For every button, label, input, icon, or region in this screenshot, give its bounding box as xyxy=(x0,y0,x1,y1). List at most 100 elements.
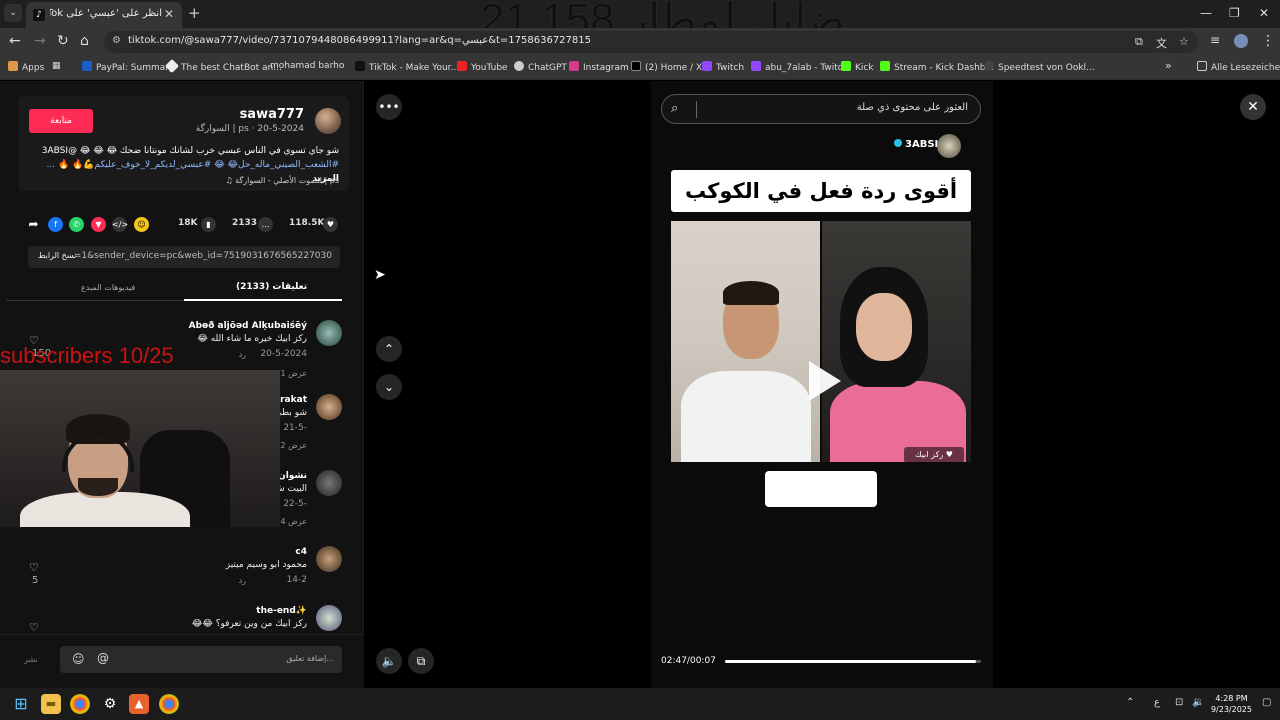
embed-icon[interactable]: </> xyxy=(112,217,128,232)
network-icon[interactable]: ⊡ xyxy=(1175,697,1183,708)
menu-icon[interactable]: ⋮ xyxy=(1261,33,1275,49)
comment-like-icon[interactable]: ♡ xyxy=(29,621,39,634)
more-options-icon[interactable]: ••• xyxy=(376,94,402,120)
speaker-icon[interactable]: 🔉 xyxy=(1192,697,1204,708)
author-username[interactable]: sawa777 xyxy=(240,107,304,122)
reply-button[interactable]: رد xyxy=(239,350,246,359)
bookmark-speedtest[interactable]: Speedtest von Ookl... xyxy=(984,61,1095,73)
new-tab-button[interactable]: + xyxy=(188,4,201,22)
editor-app-icon[interactable]: ▲ xyxy=(129,694,149,714)
all-bookmarks[interactable]: Alle Lesezeichen xyxy=(1197,61,1280,73)
related-search-input[interactable]: ⌕ العثور على محتوى ذي صلة xyxy=(661,94,981,124)
view-replies[interactable]: عرض 2 xyxy=(281,441,308,450)
commenter-name[interactable]: Abөð aljōəd Alķubaiśēý xyxy=(189,321,307,331)
site-info-icon[interactable]: ⚙ xyxy=(112,35,121,46)
play-icon[interactable] xyxy=(809,361,841,401)
post-comment-button[interactable]: نشر xyxy=(24,655,38,664)
window-close-icon[interactable]: ✕ xyxy=(1259,6,1269,20)
close-video-icon[interactable]: ✕ xyxy=(1240,94,1266,120)
commenter-name[interactable]: c4 xyxy=(295,547,307,557)
search-divider xyxy=(696,101,697,118)
previous-video-icon[interactable]: ⌃ xyxy=(376,336,402,362)
bookmark-kick-dashboard[interactable]: Stream - Kick Dashb... xyxy=(880,61,994,73)
file-explorer-icon[interactable]: ▬ xyxy=(41,694,61,714)
bookmark-paypal[interactable]: PayPal: Summary xyxy=(82,61,174,73)
commenter-avatar[interactable] xyxy=(316,394,342,420)
comment-icon[interactable]: … xyxy=(258,217,273,232)
bookmark-apps[interactable]: Apps xyxy=(8,61,44,73)
comment-date: 14-2 xyxy=(286,575,307,585)
kick-icon xyxy=(880,61,890,71)
twitch-icon xyxy=(751,61,761,71)
facebook-icon[interactable]: f xyxy=(48,217,63,232)
next-video-icon[interactable]: ⌄ xyxy=(376,374,402,400)
share-url: ...=1&sender_device=pc&web_id=7519031676… xyxy=(65,251,332,261)
emoji-icon[interactable]: ☺ xyxy=(72,652,85,666)
like-count: 118.5K xyxy=(289,218,325,228)
tab-comments[interactable]: تعليقات (2133) xyxy=(236,282,307,292)
video-progress-bar[interactable] xyxy=(725,660,981,663)
bookmark-abu-twitch[interactable]: abu_7alab - Twitch xyxy=(751,61,848,73)
volume-icon[interactable]: 🔈 xyxy=(376,648,402,674)
input-language[interactable]: ع xyxy=(1154,697,1160,708)
comment-input[interactable]: إضافة تعليق... ☺ @ xyxy=(60,646,342,673)
address-bar[interactable]: ⚙ tiktok.com/@sawa777/video/737107944808… xyxy=(104,31,1198,53)
commenter-name[interactable]: the-end✨ xyxy=(256,606,307,616)
comment-count: 2133 xyxy=(232,218,258,228)
caption-hashtags[interactable]: #الشعب_الصيني_ماله_حل😂 😂 #عبسي_لديكم_لا_… xyxy=(47,160,339,170)
bookmark-youtube[interactable]: YouTube xyxy=(457,61,508,73)
author-avatar[interactable] xyxy=(315,108,341,134)
search-icon[interactable]: ⌕ xyxy=(671,101,678,116)
floating-player-icon[interactable]: ⧉ xyxy=(408,648,434,674)
restore-icon[interactable]: ❐ xyxy=(1229,6,1240,20)
bookmark-chatbot[interactable]: The best ChatBot an... xyxy=(164,58,282,74)
bookmark-x[interactable]: (2) Home / X xyxy=(631,61,702,73)
sound-label[interactable]: ♫ الصوت الأصلي - السوارگة | ps xyxy=(225,176,339,185)
commenter-avatar[interactable] xyxy=(316,605,342,631)
grid-icon[interactable]: ▦ xyxy=(52,61,61,71)
profile-avatar[interactable] xyxy=(1234,34,1248,48)
send-icon[interactable]: ▼ xyxy=(91,217,106,232)
reload-icon[interactable]: ↻ xyxy=(57,33,69,49)
browser-tab[interactable]: ♪ انظر على 'عبسي' على TikTok | يد... ✕ xyxy=(26,2,182,28)
emoji-share-icon[interactable]: ☺ xyxy=(134,217,149,232)
media-icon[interactable]: ≡ xyxy=(1210,33,1220,47)
bookmark-kick[interactable]: Kick xyxy=(841,61,874,73)
windows-start-icon[interactable]: ⊞ xyxy=(11,694,31,714)
video-player[interactable]: ⌕ العثور على محتوى ذي صلة 3ABSI أقوى ردة… xyxy=(651,81,993,688)
home-icon[interactable]: ⌂ xyxy=(80,33,89,49)
minimize-icon[interactable]: — xyxy=(1200,6,1212,20)
close-tab-icon[interactable]: ✕ xyxy=(164,7,174,21)
tab-title: انظر على 'عبسي' على TikTok | يد... xyxy=(50,8,162,19)
chrome-icon[interactable] xyxy=(70,694,90,714)
comment-like-icon[interactable]: ♡ xyxy=(29,561,39,574)
bookmark-chatgpt[interactable]: ChatGPT xyxy=(514,61,567,73)
whatsapp-icon[interactable]: ✆ xyxy=(69,217,84,232)
bookmark-mohamad[interactable]: mohamad barho xyxy=(270,61,344,71)
commenter-avatar[interactable] xyxy=(316,320,342,346)
bookmark-instagram[interactable]: Instagram xyxy=(569,61,629,73)
commenter-avatar[interactable] xyxy=(316,546,342,572)
reply-button[interactable]: رد xyxy=(239,576,246,585)
system-clock[interactable]: 4:28 PM 9/23/2025 xyxy=(1211,693,1252,715)
heart-icon[interactable]: ♥ xyxy=(323,217,338,232)
tray-expand-icon[interactable]: ⌃ xyxy=(1126,697,1134,708)
bookmark-tiktok[interactable]: TikTok - Make Your... xyxy=(355,61,459,73)
bookmark-star-icon[interactable]: ☆ xyxy=(1179,35,1189,48)
tab-search-button[interactable]: ⌄ xyxy=(4,4,22,22)
bookmark-icon[interactable]: ▮ xyxy=(201,217,216,232)
mention-icon[interactable]: @ xyxy=(97,651,109,665)
back-icon[interactable]: ← xyxy=(9,33,21,49)
translate-icon[interactable]: 文 xyxy=(1156,35,1167,51)
commenter-avatar[interactable] xyxy=(316,470,342,496)
follow-button[interactable]: متابعة xyxy=(29,109,93,133)
steam-icon[interactable]: ⚙ xyxy=(100,694,120,714)
more-bookmarks-icon[interactable]: » xyxy=(1165,59,1172,72)
bookmark-twitch[interactable]: Twitch xyxy=(702,61,744,73)
share-arrow-icon[interactable]: ➦ xyxy=(26,217,41,232)
notification-icon[interactable]: ▢ xyxy=(1262,697,1271,708)
chrome-active-icon[interactable] xyxy=(159,694,179,714)
install-icon[interactable]: ⧉ xyxy=(1135,35,1143,49)
forward-icon[interactable]: → xyxy=(34,33,46,49)
tab-creator-videos[interactable]: فيديوهات المبدع xyxy=(81,283,135,292)
